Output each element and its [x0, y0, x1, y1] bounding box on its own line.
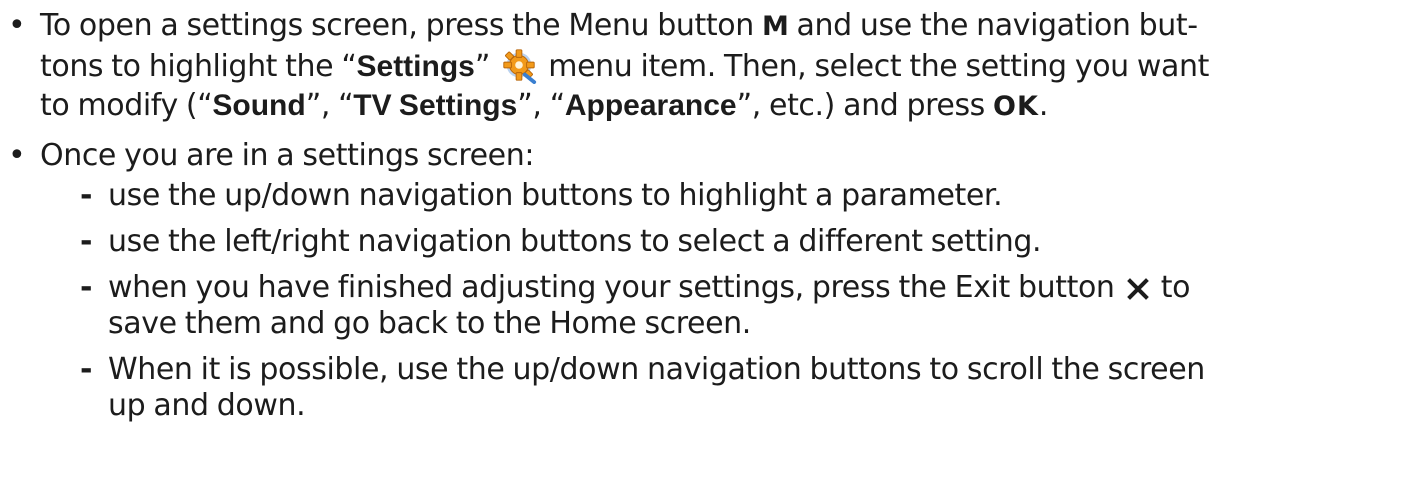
- item1-text: .: [1038, 88, 1049, 123]
- sub4-text: When it is possible, use the up/down nav…: [108, 352, 1205, 387]
- item2-line: Once you are in a settings screen:: [40, 136, 534, 176]
- ok-key-label: OK: [993, 91, 1039, 122]
- item1-text: To open a settings screen, press the Men…: [40, 8, 762, 43]
- bullet-marker: •: [8, 8, 26, 43]
- tv-settings-label: TV Settings: [353, 89, 518, 122]
- menu-key-label: M: [761, 11, 789, 42]
- item1-text: ”: [474, 49, 499, 84]
- sub3-text: when you have finished adjusting your se…: [108, 270, 1123, 305]
- item1-text: to modify (“: [40, 88, 213, 123]
- item1-text: tons to highlight the “: [40, 49, 357, 84]
- dash-marker: -: [80, 224, 93, 259]
- exit-x-icon: [1126, 278, 1149, 300]
- instructions-page: • To open a settings screen, press the M…: [0, 0, 1423, 482]
- sub1-text: use the up/down navigation buttons to hi…: [108, 178, 1003, 213]
- item1-text: menu item. Then, select the setting you …: [540, 49, 1209, 84]
- dash-marker: -: [80, 352, 93, 387]
- settings-label: Settings: [356, 50, 475, 83]
- item1-line2: tons to highlight the “Settings” menu it…: [40, 46, 1209, 87]
- dash-marker: -: [80, 178, 93, 213]
- bullet-marker: •: [8, 138, 26, 173]
- sub2-text: use the left/right navigation buttons to…: [108, 224, 1042, 259]
- item2-text: Once you are in a settings screen:: [40, 138, 535, 173]
- appearance-label: Appearance: [564, 89, 737, 122]
- dash-marker: -: [80, 270, 93, 305]
- item1-line1: To open a settings screen, press the Men…: [40, 6, 1198, 47]
- item1-text: ”, etc.) and press: [736, 88, 994, 123]
- sound-label: Sound: [212, 89, 306, 122]
- sub3-line2: save them and go back to the Home screen…: [108, 304, 751, 344]
- sub3-text: to: [1152, 270, 1191, 305]
- sub2-line: use the left/right navigation buttons to…: [108, 222, 1042, 262]
- item1-line3: to modify (“Sound”, “TV Settings”, “Appe…: [40, 86, 1048, 127]
- settings-gear-icon: [500, 46, 539, 84]
- item1-text: ”, “: [305, 88, 354, 123]
- sub3-line1: when you have finished adjusting your se…: [108, 268, 1191, 308]
- sub4-text: up and down.: [108, 388, 306, 423]
- item1-text: and use the navigation but-: [788, 8, 1199, 43]
- sub4-line2: up and down.: [108, 386, 306, 426]
- item1-text: ”, “: [517, 88, 565, 123]
- sub3-text: save them and go back to the Home screen…: [108, 306, 751, 341]
- sub4-line1: When it is possible, use the up/down nav…: [108, 350, 1205, 390]
- sub1-line: use the up/down navigation buttons to hi…: [108, 176, 1003, 216]
